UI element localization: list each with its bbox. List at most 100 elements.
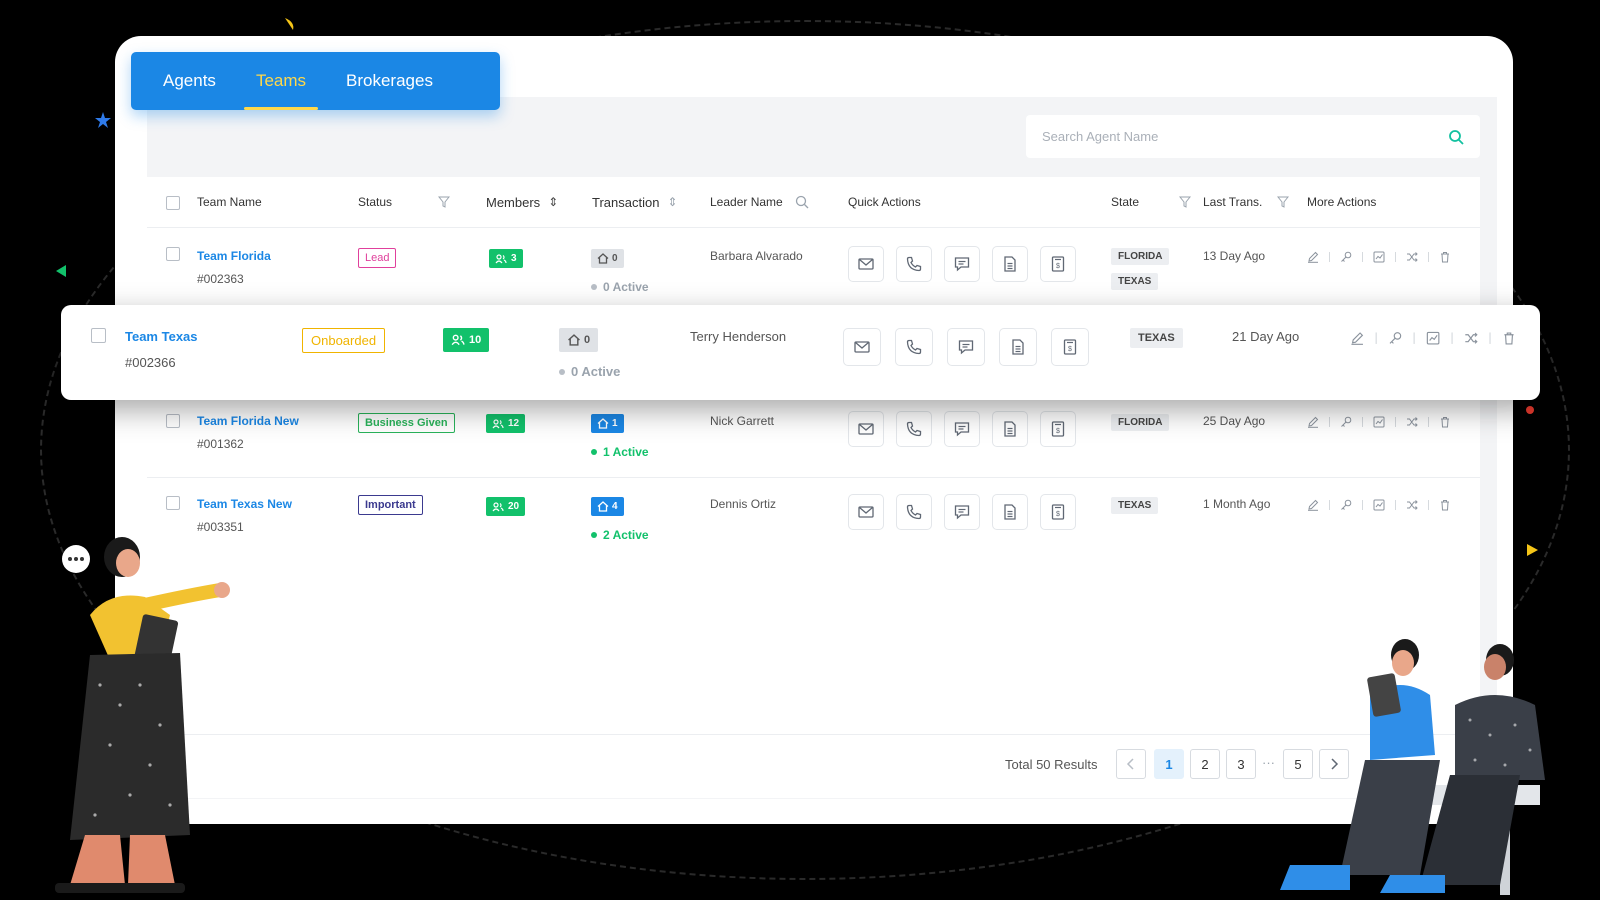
team-name-link[interactable]: Team Texas [125, 329, 198, 344]
pagination-prev-button[interactable] [1116, 749, 1146, 779]
phone-action-button[interactable] [896, 246, 932, 282]
transaction-badge[interactable]: 1 [591, 414, 624, 433]
tab-brokerages[interactable]: Brokerages [346, 52, 433, 110]
shuffle-icon[interactable] [1462, 329, 1480, 347]
chart-icon[interactable] [1371, 249, 1387, 265]
pagination-page-button[interactable]: 2 [1190, 749, 1220, 779]
edit-icon[interactable] [1305, 414, 1321, 430]
mail-icon [853, 338, 871, 356]
row-checkbox[interactable] [166, 247, 180, 261]
pagination-page-button[interactable]: 3 [1226, 749, 1256, 779]
shuffle-icon[interactable] [1404, 497, 1420, 513]
transaction-badge[interactable]: 4 [591, 497, 624, 516]
chart-icon[interactable] [1371, 414, 1387, 430]
separator [1329, 417, 1330, 427]
leader-name: Terry Henderson [690, 329, 787, 344]
key-icon[interactable] [1338, 497, 1354, 513]
column-transaction[interactable]: Transaction ⇕ [592, 177, 678, 227]
more-actions-group [1305, 497, 1453, 513]
moon-decoration-icon [285, 18, 294, 30]
mail-action-button[interactable] [848, 246, 884, 282]
edit-icon[interactable] [1305, 497, 1321, 513]
sort-icon[interactable]: ⇕ [667, 195, 677, 209]
pagination-page-button[interactable]: 1 [1154, 749, 1184, 779]
key-icon[interactable] [1386, 329, 1404, 347]
team-name-link[interactable]: Team Florida New [197, 414, 299, 428]
trash-icon[interactable] [1500, 329, 1518, 347]
phone-action-button[interactable] [896, 494, 932, 530]
column-members[interactable]: Members ⇕ [486, 177, 558, 227]
mail-action-button[interactable] [848, 494, 884, 530]
search-icon[interactable] [795, 195, 809, 209]
search-icon[interactable] [1448, 129, 1464, 145]
invoice-action-button[interactable]: $ [1051, 328, 1089, 366]
home-icon [597, 501, 609, 512]
chat-icon [957, 338, 975, 356]
invoice-icon: $ [1061, 338, 1079, 356]
chart-icon[interactable] [1371, 497, 1387, 513]
separator [1395, 417, 1396, 427]
chat-action-button[interactable] [947, 328, 985, 366]
mail-action-button[interactable] [848, 411, 884, 447]
home-icon [597, 418, 609, 429]
sort-icon[interactable]: ⇕ [548, 195, 558, 209]
filter-icon[interactable] [1277, 196, 1289, 208]
trash-icon[interactable] [1437, 497, 1453, 513]
chat-action-button[interactable] [944, 246, 980, 282]
last-transaction: 1 Month Ago [1203, 497, 1271, 511]
tab-teams[interactable]: Teams [243, 52, 319, 110]
row-checkbox[interactable] [166, 414, 180, 428]
separator [1362, 500, 1363, 510]
transaction-badge[interactable]: 0 [591, 249, 624, 268]
chat-action-button[interactable] [944, 411, 980, 447]
team-name-link[interactable]: Team Florida [197, 249, 271, 263]
select-all-checkbox[interactable] [166, 196, 180, 210]
chart-icon[interactable] [1424, 329, 1442, 347]
document-action-button[interactable] [992, 411, 1028, 447]
last-transaction: 21 Day Ago [1232, 329, 1300, 344]
trash-icon[interactable] [1437, 414, 1453, 430]
document-action-button[interactable] [999, 328, 1037, 366]
edit-icon[interactable] [1348, 329, 1366, 347]
active-count: 2 Active [591, 528, 649, 542]
document-action-button[interactable] [992, 246, 1028, 282]
woman-illustration [55, 537, 230, 893]
mail-icon [857, 420, 875, 438]
phone-action-button[interactable] [896, 411, 932, 447]
shuffle-icon[interactable] [1404, 249, 1420, 265]
search-input[interactable]: Search Agent Name [1042, 129, 1448, 144]
separator [1428, 417, 1429, 427]
members-badge[interactable]: 12 [486, 414, 526, 433]
row-checkbox[interactable] [91, 328, 106, 343]
chat-action-button[interactable] [944, 494, 980, 530]
status-dot [591, 284, 597, 290]
divider [147, 227, 1480, 228]
separator [1413, 332, 1415, 344]
tab-agents[interactable]: Agents [163, 52, 216, 110]
status-badge: Business Given [358, 413, 455, 433]
shuffle-icon[interactable] [1404, 414, 1420, 430]
trash-icon[interactable] [1437, 249, 1453, 265]
invoice-action-button[interactable]: $ [1040, 494, 1076, 530]
mail-icon [857, 503, 875, 521]
invoice-action-button[interactable]: $ [1040, 411, 1076, 447]
filter-icon[interactable] [438, 196, 450, 208]
mail-action-button[interactable] [843, 328, 881, 366]
members-badge[interactable]: 10 [443, 328, 490, 352]
results-total: Total 50 Results [1005, 757, 1098, 772]
row-checkbox[interactable] [166, 496, 180, 510]
team-name-link[interactable]: Team Texas New [197, 497, 292, 511]
edit-icon[interactable] [1305, 249, 1321, 265]
key-icon[interactable] [1338, 249, 1354, 265]
members-badge[interactable]: 3 [489, 249, 523, 268]
key-icon[interactable] [1338, 414, 1354, 430]
members-badge[interactable]: 20 [486, 497, 526, 516]
filter-icon[interactable] [1179, 196, 1191, 208]
search-bar[interactable]: Search Agent Name [1026, 115, 1480, 158]
transaction-badge[interactable]: 0 [559, 328, 599, 352]
phone-action-button[interactable] [895, 328, 933, 366]
separator [1395, 252, 1396, 262]
invoice-action-button[interactable]: $ [1040, 246, 1076, 282]
invoice-icon: $ [1049, 420, 1067, 438]
document-action-button[interactable] [992, 494, 1028, 530]
